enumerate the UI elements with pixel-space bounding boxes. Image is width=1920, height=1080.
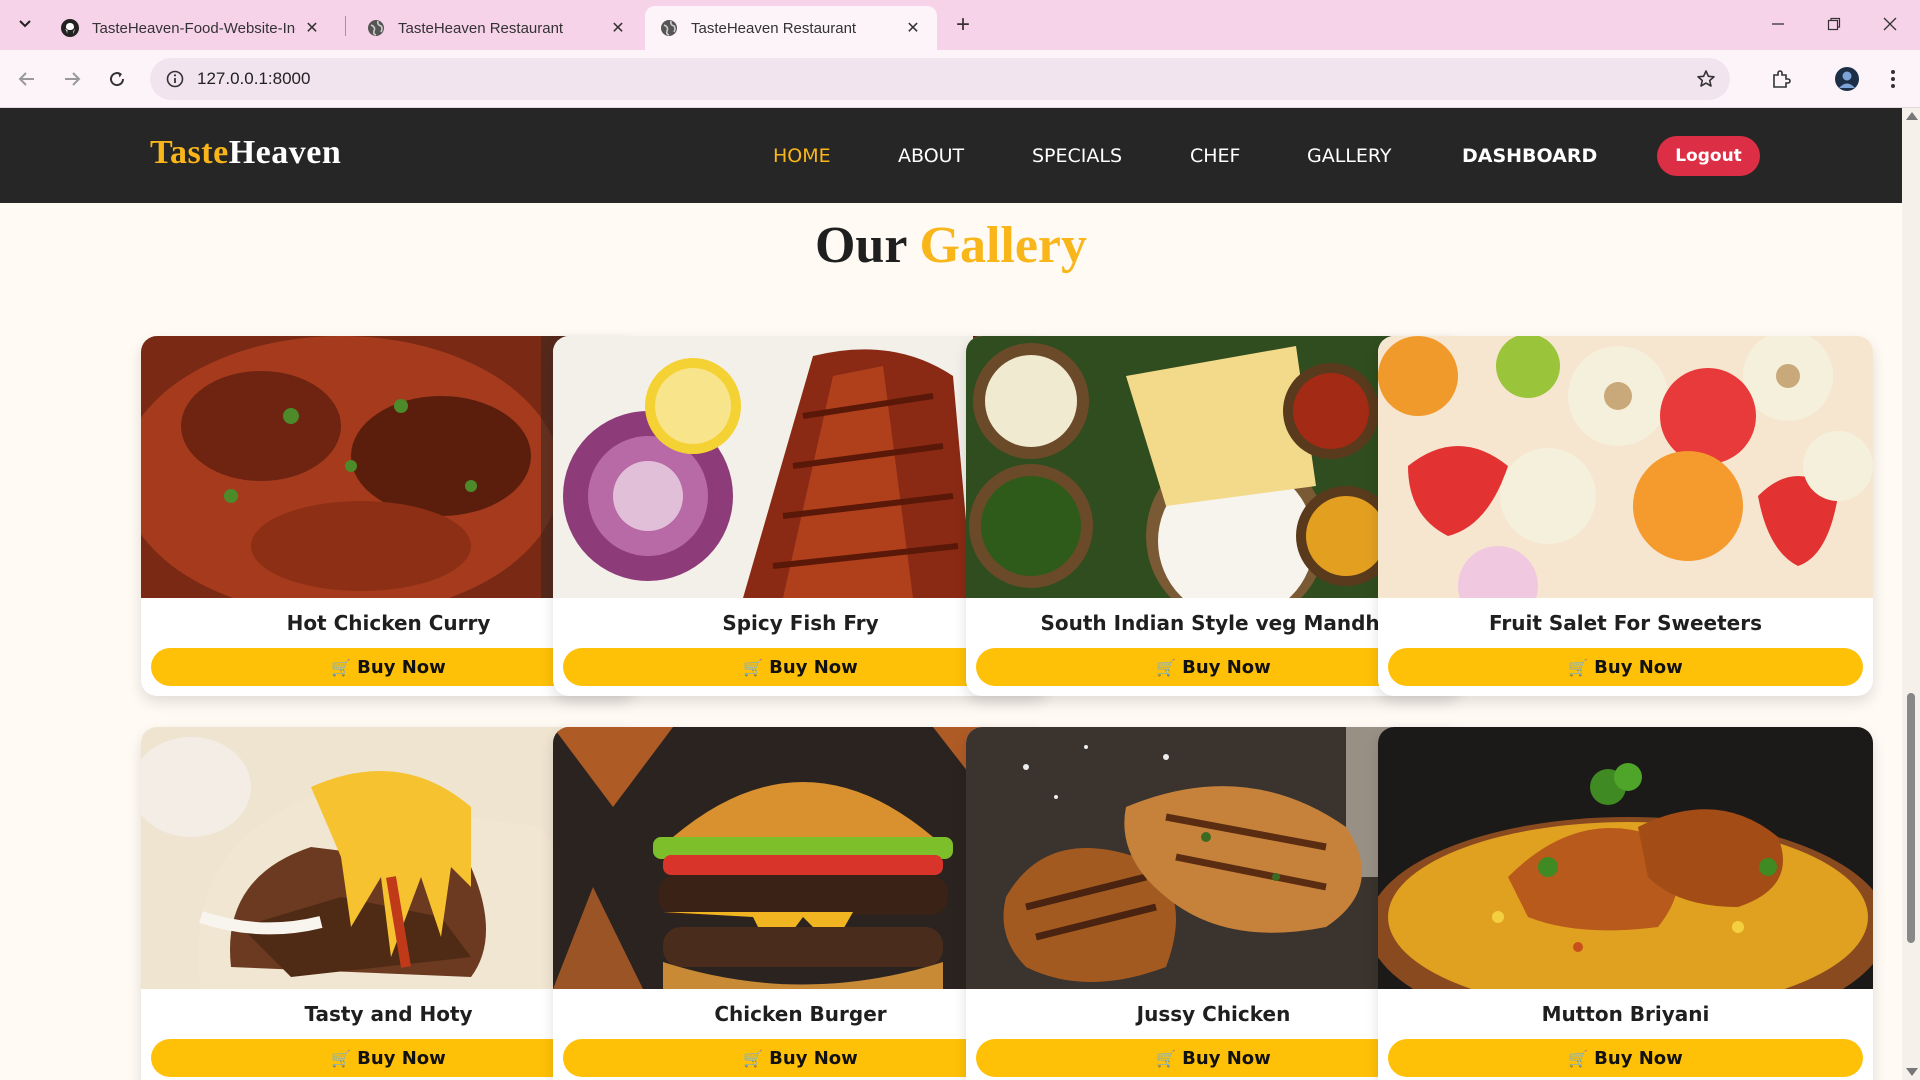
gallery-card-fruit-salet: Fruit Salet For Sweeters 🛒 Buy Now: [1378, 336, 1873, 696]
logo-part-2: Heaven: [228, 134, 342, 171]
reload-button[interactable]: [100, 62, 134, 96]
restore-button[interactable]: [1806, 0, 1862, 48]
forward-button[interactable]: [55, 62, 89, 96]
arrow-left-icon: [18, 72, 34, 86]
scroll-up-arrow-icon[interactable]: [1906, 112, 1918, 120]
gallery-item-name: Fruit Salet For Sweeters: [1488, 611, 1763, 635]
buy-now-label: Buy Now: [357, 1047, 446, 1069]
cart-icon: 🛒: [743, 1048, 764, 1068]
nav-chef[interactable]: CHEF: [1190, 145, 1241, 167]
close-icon: [1883, 17, 1897, 31]
puzzle-icon: [1773, 70, 1791, 88]
plus-icon: +: [955, 11, 970, 38]
arrow-right-icon: [65, 72, 81, 86]
site-logo[interactable]: TasteHeaven: [150, 134, 341, 172]
nav-gallery[interactable]: GALLERY: [1307, 145, 1392, 167]
cart-icon: 🛒: [1156, 657, 1177, 677]
buy-now-label: Buy Now: [357, 656, 446, 678]
site-header: TasteHeaven HOME ABOUT SPECIALS CHEF GAL…: [0, 108, 1902, 203]
tab-divider: [345, 16, 346, 36]
url-text[interactable]: 127.0.0.1:8000: [197, 69, 310, 89]
logo-part-1: Taste: [150, 134, 229, 171]
minimize-icon: [1772, 23, 1784, 25]
close-icon[interactable]: ✕: [302, 18, 322, 38]
extensions-button[interactable]: [1764, 62, 1798, 96]
gallery-title-part-1: Our: [814, 217, 907, 274]
browser-tab-3-active[interactable]: TasteHeaven Restaurant ✕: [645, 6, 937, 50]
minimize-button[interactable]: [1750, 0, 1806, 48]
tab-title: TasteHeaven-Food-Website-In-: [92, 19, 296, 37]
page-viewport: TasteHeaven HOME ABOUT SPECIALS CHEF GAL…: [0, 108, 1920, 1080]
restore-icon: [1827, 17, 1841, 31]
github-icon: [60, 18, 80, 38]
buy-now-label: Buy Now: [769, 656, 858, 678]
browser-tab-2[interactable]: TasteHeaven Restaurant ✕: [352, 6, 642, 50]
reload-icon: [110, 72, 125, 87]
food-image-briyani: [1378, 727, 1873, 989]
close-icon[interactable]: ✕: [608, 18, 628, 38]
buy-now-label: Buy Now: [1182, 656, 1271, 678]
page-scrollbar[interactable]: [1902, 108, 1920, 1080]
tab-search-button[interactable]: [10, 8, 40, 40]
gallery-item-name: Mutton Briyani: [1541, 1002, 1710, 1026]
buy-now-label: Buy Now: [1182, 1047, 1271, 1069]
nav-dashboard[interactable]: DASHBOARD: [1462, 145, 1597, 167]
logout-button[interactable]: Logout: [1657, 136, 1760, 176]
site-info-icon[interactable]: [164, 68, 186, 90]
cart-icon: 🛒: [331, 1048, 352, 1068]
buy-now-label: Buy Now: [1594, 1047, 1683, 1069]
buy-now-button[interactable]: 🛒 Buy Now: [1388, 648, 1863, 686]
buy-now-button[interactable]: 🛒 Buy Now: [1388, 1039, 1863, 1077]
cart-icon: 🛒: [1568, 657, 1589, 677]
avatar-icon: [1835, 67, 1859, 91]
profile-avatar[interactable]: [1830, 62, 1864, 96]
buy-now-label: Buy Now: [769, 1047, 858, 1069]
scroll-thumb[interactable]: [1907, 693, 1915, 943]
buy-now-label: Buy Now: [1594, 656, 1683, 678]
cart-icon: 🛒: [1156, 1048, 1177, 1068]
scroll-down-arrow-icon[interactable]: [1906, 1068, 1918, 1076]
gallery-title: Our Gallery: [0, 216, 1902, 275]
tab-title: TasteHeaven Restaurant: [398, 19, 564, 37]
browser-tab-1[interactable]: TasteHeaven-Food-Website-In- ✕: [46, 6, 336, 50]
browser-tab-bar: TasteHeaven-Food-Website-In- ✕ TasteHeav…: [0, 0, 1920, 50]
nav-home[interactable]: HOME: [773, 145, 831, 167]
gallery-card-mutton-briyani: Mutton Briyani 🛒 Buy Now: [1378, 727, 1873, 1080]
cart-icon: 🛒: [331, 657, 352, 677]
browser-menu-button[interactable]: [1876, 62, 1910, 96]
globe-icon: [659, 18, 679, 38]
nav-specials[interactable]: SPECIALS: [1032, 145, 1122, 167]
cart-icon: 🛒: [743, 657, 764, 677]
back-button[interactable]: [10, 62, 44, 96]
close-window-button[interactable]: [1862, 0, 1918, 48]
close-icon[interactable]: ✕: [903, 18, 923, 38]
address-bar[interactable]: 127.0.0.1:8000: [150, 58, 1730, 100]
food-image-fruit-salad: [1378, 336, 1873, 598]
chevron-down-icon: [19, 20, 31, 28]
tab-title: TasteHeaven Restaurant: [691, 19, 857, 37]
globe-icon: [366, 18, 386, 38]
browser-toolbar: 127.0.0.1:8000: [0, 50, 1920, 108]
more-vertical-icon: [1891, 70, 1895, 88]
bookmark-star-icon[interactable]: [1694, 67, 1718, 91]
cart-icon: 🛒: [1568, 1048, 1589, 1068]
new-tab-button[interactable]: +: [948, 10, 978, 40]
nav-about[interactable]: ABOUT: [898, 145, 964, 167]
gallery-title-part-2: Gallery: [919, 217, 1088, 274]
